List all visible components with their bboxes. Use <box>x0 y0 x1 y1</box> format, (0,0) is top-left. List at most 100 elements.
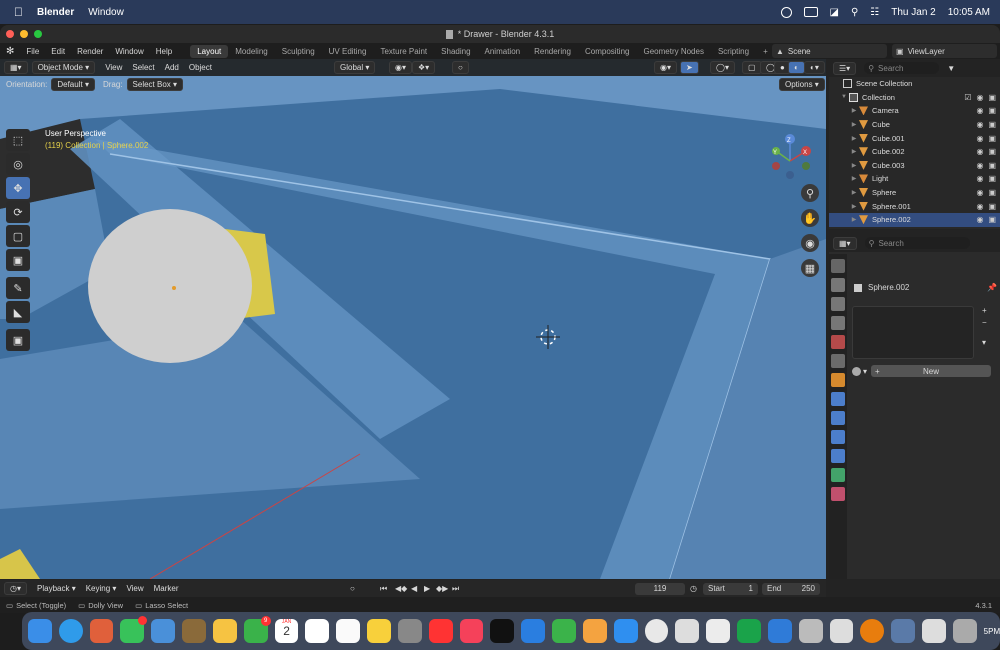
outliner-item[interactable]: ▶ Cube ◉ ▣ <box>829 118 1000 132</box>
outliner-item[interactable]: ▶ Sphere.001 ◉ ▣ <box>829 199 1000 213</box>
remove-slot-button[interactable]: − <box>982 318 987 327</box>
tab-geometry-nodes[interactable]: Geometry Nodes <box>636 45 710 58</box>
camera-toggle-icon[interactable]: ▣ <box>988 215 996 224</box>
add-slot-button[interactable]: + <box>982 306 987 315</box>
photos-icon[interactable] <box>212 619 237 643</box>
select-box-tool-icon[interactable]: ⬚ <box>6 129 30 151</box>
data-tab-icon[interactable] <box>831 468 845 482</box>
3d-viewport[interactable]: ▦▾ Object Mode ▾ View Select Add Object … <box>0 59 826 579</box>
camera-toggle-icon[interactable]: ▣ <box>988 202 996 211</box>
minimize-window-button[interactable] <box>20 30 28 38</box>
outliner-item[interactable]: ▶ Cube.002 ◉ ▣ <box>829 145 1000 159</box>
menu-timeline-view[interactable]: View <box>126 584 143 593</box>
battery-icon[interactable] <box>803 7 818 17</box>
material-tab-icon[interactable] <box>831 487 845 501</box>
tab-uv-editing[interactable]: UV Editing <box>322 45 374 58</box>
eye-icon[interactable]: ◉ <box>976 188 983 197</box>
menu-window[interactable]: Window <box>109 47 149 56</box>
menu-help[interactable]: Help <box>150 47 178 56</box>
view-layer-selector[interactable]: ViewLayer <box>908 47 945 56</box>
material-browse-icon[interactable] <box>852 366 861 376</box>
world-tab-icon[interactable] <box>831 354 845 368</box>
expand-icon[interactable]: ▶ <box>849 135 859 142</box>
properties-search[interactable]: ⚲ Search <box>864 237 970 249</box>
tab-sculpting[interactable]: Sculpting <box>275 45 322 58</box>
eye-icon[interactable]: ◉ <box>976 174 983 183</box>
camera-toggle-icon[interactable]: ▣ <box>988 93 996 102</box>
calendar-icon[interactable]: JAN 2 <box>274 619 299 643</box>
camera-toggle-icon[interactable]: ▣ <box>988 161 996 170</box>
pan-view-icon[interactable]: ✋ <box>801 209 819 227</box>
physics-tab-icon[interactable] <box>831 430 845 444</box>
eye-icon[interactable]: ◉ <box>976 134 983 143</box>
expand-icon[interactable]: ▶ <box>849 107 859 114</box>
output-tab-icon[interactable] <box>831 297 845 311</box>
menubar-date[interactable]: Thu Jan 2 <box>891 7 935 18</box>
expand-icon[interactable]: ▶ <box>849 216 859 223</box>
camera-toggle-icon[interactable]: ▣ <box>988 174 996 183</box>
tab-scripting[interactable]: Scripting <box>711 45 756 58</box>
wifi-icon[interactable]: ◪ <box>830 7 839 18</box>
tab-shading[interactable]: Shading <box>434 45 477 58</box>
reminders-icon[interactable] <box>336 619 361 643</box>
render-tab-icon[interactable] <box>831 278 845 292</box>
annotate-tool-icon[interactable]: ✎ <box>6 277 30 299</box>
expand-icon[interactable]: ▶ <box>849 162 859 169</box>
outliner-item[interactable]: ▶ Light ◉ ▣ <box>829 172 1000 186</box>
scene-collection-row[interactable]: Scene Collection <box>829 77 1000 91</box>
freeform-icon[interactable] <box>305 619 330 643</box>
news-icon[interactable] <box>428 619 453 643</box>
menu-view[interactable]: View <box>105 63 122 72</box>
launchpad-icon[interactable] <box>89 619 114 643</box>
scale-tool-icon[interactable]: ▢ <box>6 225 30 247</box>
play-icon[interactable]: ▶ <box>424 584 430 593</box>
tool-tab-icon[interactable] <box>831 259 845 273</box>
editor-type-button[interactable]: ▦▾ <box>4 61 28 74</box>
slot-menu-icon[interactable]: ▾ <box>982 338 986 347</box>
calculator-icon[interactable] <box>798 619 823 643</box>
eye-icon[interactable]: ◉ <box>976 202 983 211</box>
add-cube-tool-icon[interactable]: ▣ <box>6 329 30 351</box>
menubar-time[interactable]: 10:05 AM <box>948 7 990 18</box>
constraints-tab-icon[interactable] <box>831 449 845 463</box>
keynote-icon[interactable] <box>521 619 546 643</box>
zoom-window-button[interactable] <box>34 30 42 38</box>
properties-editor-type[interactable]: ▦▾ <box>833 236 857 250</box>
search-icon[interactable]: ⚲ <box>851 7 858 18</box>
pin-icon[interactable]: 📌 <box>987 283 997 292</box>
close-window-button[interactable] <box>6 30 14 38</box>
play-reverse-icon[interactable]: ◀ <box>411 584 417 593</box>
outliner-editor-type[interactable]: ☰▾ <box>833 61 857 75</box>
view-layer-tab-icon[interactable] <box>831 316 845 330</box>
blender-logo-icon[interactable]: ✻ <box>6 46 14 57</box>
maps-icon[interactable] <box>151 619 176 643</box>
camera-toggle-icon[interactable]: ▣ <box>988 147 996 156</box>
eye-icon[interactable]: ◉ <box>976 147 983 156</box>
navigation-gizmo[interactable]: Z X Y <box>762 131 822 191</box>
menu-file[interactable]: File <box>20 47 45 56</box>
menu-add[interactable]: Add <box>165 63 179 72</box>
menu-marker[interactable]: Marker <box>154 584 179 593</box>
orientation-selector[interactable]: Default ▾ <box>51 78 95 91</box>
apple-menu-icon[interactable]:  <box>14 5 23 19</box>
rotate-tool-icon[interactable]: ⟳ <box>6 201 30 223</box>
rendered-shading-button[interactable]: ◐▾ <box>804 61 825 74</box>
tab-animation[interactable]: Animation <box>478 45 528 58</box>
pivot-point-button[interactable]: ◉▾ <box>389 61 412 74</box>
tv-icon[interactable] <box>490 619 515 643</box>
roblox-player-icon[interactable] <box>829 619 854 643</box>
outliner-item[interactable]: ▶ Sphere.002 ◉ ▣ <box>829 212 1000 227</box>
menu-render[interactable]: Render <box>71 47 109 56</box>
outliner-item[interactable]: ▶ Camera ◉ ▣ <box>829 104 1000 118</box>
next-keyframe-icon[interactable]: ◆▶ <box>436 584 448 593</box>
start-frame-field[interactable]: Start 1 <box>703 582 758 595</box>
menu-keying[interactable]: Keying ▾ <box>86 584 117 593</box>
transform-tool-icon[interactable]: ▣ <box>6 249 30 271</box>
play-status-icon[interactable] <box>780 6 792 18</box>
pages-icon[interactable] <box>582 619 607 643</box>
music-icon[interactable] <box>459 619 484 643</box>
menu-select[interactable]: Select <box>132 63 154 72</box>
camera-toggle-icon[interactable]: ▣ <box>988 106 996 115</box>
tab-texture-paint[interactable]: Texture Paint <box>373 45 434 58</box>
drag-selector[interactable]: Select Box ▾ <box>126 78 184 91</box>
